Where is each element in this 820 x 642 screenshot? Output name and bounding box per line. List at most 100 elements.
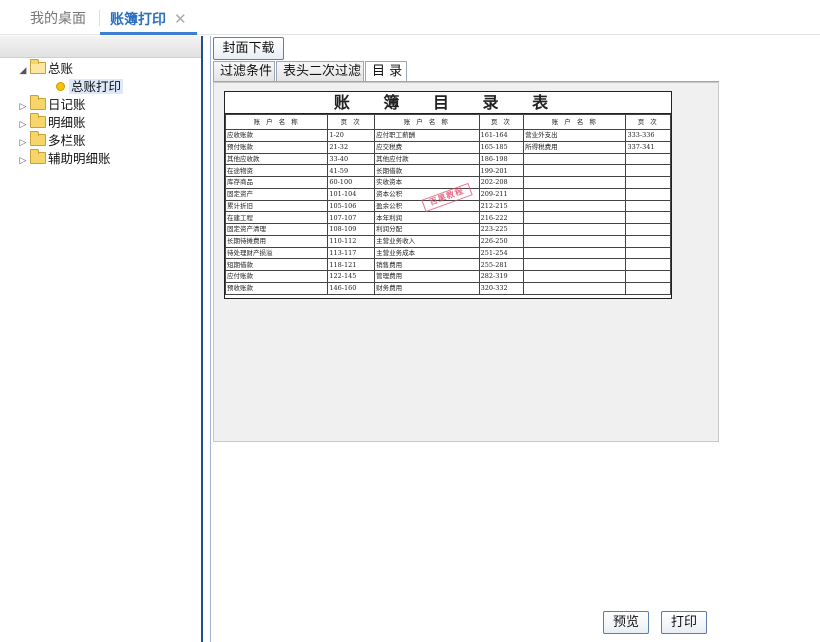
expand-arrow-icon[interactable]: ◢ <box>18 62 28 80</box>
page-range-cell: 21-32 <box>327 140 376 154</box>
account-name-cell <box>523 281 627 295</box>
page-range-cell: 41-59 <box>327 164 376 177</box>
collapse-arrow-icon[interactable]: ▷ <box>18 152 28 170</box>
account-name-cell <box>523 246 627 260</box>
tab-ledger-print-label: 账簿打印 <box>110 12 166 28</box>
column-header: 页 次 <box>327 114 376 130</box>
account-name-cell <box>523 199 627 213</box>
page-range-cell: 60-100 <box>327 176 376 189</box>
account-name-cell: 在建工程 <box>224 211 329 224</box>
account-name-cell: 长期借款 <box>374 164 480 177</box>
page-range-cell <box>625 270 671 283</box>
page-range-cell: 165-185 <box>478 140 525 154</box>
tree-panel-header <box>0 36 201 58</box>
account-name-cell <box>523 176 627 189</box>
account-name-cell <box>523 164 627 177</box>
page-range-cell: 226-250 <box>478 234 525 248</box>
print-preview-area: 账 簿 目 录 表 账 户 名 称 页 次 账 户 名 称 页 次 账 户 名 … <box>213 82 719 442</box>
table-row: 预收账款 146-160 财务费用 320-332 <box>224 281 671 295</box>
page-range-cell: 216-222 <box>478 211 525 224</box>
account-name-cell: 待处理财产损溢 <box>224 246 329 260</box>
tab-my-desktop[interactable]: 我的桌面 <box>20 0 96 35</box>
tree-node-label: 明细账 <box>48 115 86 130</box>
table-row: 长期待摊费用 110-112 主营业务收入 226-250 <box>224 234 671 248</box>
account-name-cell: 累计折旧 <box>224 199 329 213</box>
print-button[interactable]: 打印 <box>661 611 707 634</box>
tree-node-multi-column-ledger[interactable]: ▷ 多栏账 <box>18 131 86 150</box>
page-range-cell: 101-104 <box>327 187 376 201</box>
account-name-cell: 预收账款 <box>224 281 329 295</box>
account-name-cell: 其他应付款 <box>374 152 480 166</box>
account-name-cell: 预付账款 <box>224 140 329 154</box>
column-header: 账 户 名 称 <box>523 114 627 130</box>
folder-icon <box>30 131 46 146</box>
tree-node-detail-ledger[interactable]: ▷ 明细账 <box>18 113 86 132</box>
page-range-cell: 122-145 <box>327 270 376 283</box>
page-range-cell: 282-319 <box>478 270 525 283</box>
catalog-title: 账 簿 目 录 表 <box>225 92 671 114</box>
account-name-cell: 应收账款 <box>224 129 329 142</box>
close-icon[interactable]: ✕ <box>174 10 187 28</box>
account-name-cell <box>523 234 627 248</box>
account-name-cell: 库存商品 <box>224 176 329 189</box>
tab-ledger-print[interactable]: 账簿打印 ✕ <box>100 0 197 35</box>
account-name-cell: 短期借款 <box>224 258 329 271</box>
table-row: 固定资产清理 108-109 利润分配 223-225 <box>224 223 671 236</box>
table-row: 应付账款 122-145 管理费用 282-319 <box>224 270 671 283</box>
page-range-cell <box>625 281 671 295</box>
account-name-cell <box>523 152 627 166</box>
table-row: 待处理财产损溢 113-117 主营业务成本 251-254 <box>224 246 671 260</box>
page-range-cell: 251-254 <box>478 246 525 260</box>
page-range-cell: 33-40 <box>327 152 376 166</box>
page-range-cell <box>625 152 671 166</box>
tree-node-journal[interactable]: ▷ 日记账 <box>18 95 86 114</box>
page-range-cell: 255-281 <box>478 258 525 271</box>
account-name-cell: 长期待摊费用 <box>224 234 329 248</box>
page-range-cell: 161-164 <box>478 129 525 142</box>
account-name-cell: 应交税费 <box>374 140 480 154</box>
page-range-cell <box>625 199 671 213</box>
account-name-cell: 在途物资 <box>224 164 329 177</box>
catalog-table: 账 户 名 称 页 次 账 户 名 称 页 次 账 户 名 称 页 次 应收账款… <box>224 114 671 295</box>
folder-icon <box>30 113 46 128</box>
page-range-cell: 223-225 <box>478 223 525 236</box>
account-name-cell <box>523 258 627 271</box>
tree-node-general-ledger[interactable]: ◢ 总账 <box>18 59 74 80</box>
page-range-cell <box>625 246 671 260</box>
folder-open-icon <box>30 59 46 74</box>
tab-filter-conditions[interactable]: 过滤条件 <box>213 61 275 82</box>
column-header: 账 户 名 称 <box>374 114 480 130</box>
tree-node-general-ledger-print[interactable]: 总账打印 <box>56 78 124 96</box>
ledger-catalog-page: 账 簿 目 录 表 账 户 名 称 页 次 账 户 名 称 页 次 账 户 名 … <box>224 91 672 299</box>
tree-node-label: 总账 <box>48 61 74 76</box>
folder-icon <box>30 95 46 110</box>
account-name-cell: 固定资产清理 <box>224 223 329 236</box>
tree-node-label: 辅助明细账 <box>48 151 111 166</box>
tree-node-label: 总账打印 <box>69 79 124 94</box>
account-name-cell: 本年利润 <box>374 211 480 224</box>
page-range-cell: 199-201 <box>478 164 525 177</box>
table-row: 在途物资 41-59 长期借款 199-201 <box>224 164 671 177</box>
account-name-cell: 财务费用 <box>374 281 480 295</box>
page-range-cell: 202-208 <box>478 176 525 189</box>
account-name-cell <box>523 187 627 201</box>
account-name-cell: 营业外支出 <box>523 129 627 142</box>
tab-catalog[interactable]: 目 录 <box>365 61 407 83</box>
page-range-cell: 107-107 <box>327 211 376 224</box>
column-header: 账 户 名 称 <box>224 114 329 130</box>
table-row: 库存商品 60-100 实收资本 202-208 <box>224 176 671 189</box>
account-name-cell: 管理费用 <box>374 270 480 283</box>
account-name-cell: 应付职工薪酬 <box>374 129 480 142</box>
account-name-cell: 所得税费用 <box>523 140 627 154</box>
page-range-cell: 146-160 <box>327 281 376 295</box>
account-name-cell: 应付账款 <box>224 270 329 283</box>
leaf-dot-icon <box>56 82 65 91</box>
cover-download-button[interactable]: 封面下载 <box>213 37 284 60</box>
page-range-cell: 1-20 <box>327 129 376 142</box>
tree-node-auxiliary-detail[interactable]: ▷ 辅助明细账 <box>18 149 111 170</box>
page-range-cell <box>625 234 671 248</box>
preview-button[interactable]: 预览 <box>603 611 649 634</box>
column-header: 页 次 <box>478 114 525 130</box>
tab-header-secondary-filter[interactable]: 表头二次过滤 <box>276 61 364 82</box>
page-range-cell <box>625 223 671 236</box>
